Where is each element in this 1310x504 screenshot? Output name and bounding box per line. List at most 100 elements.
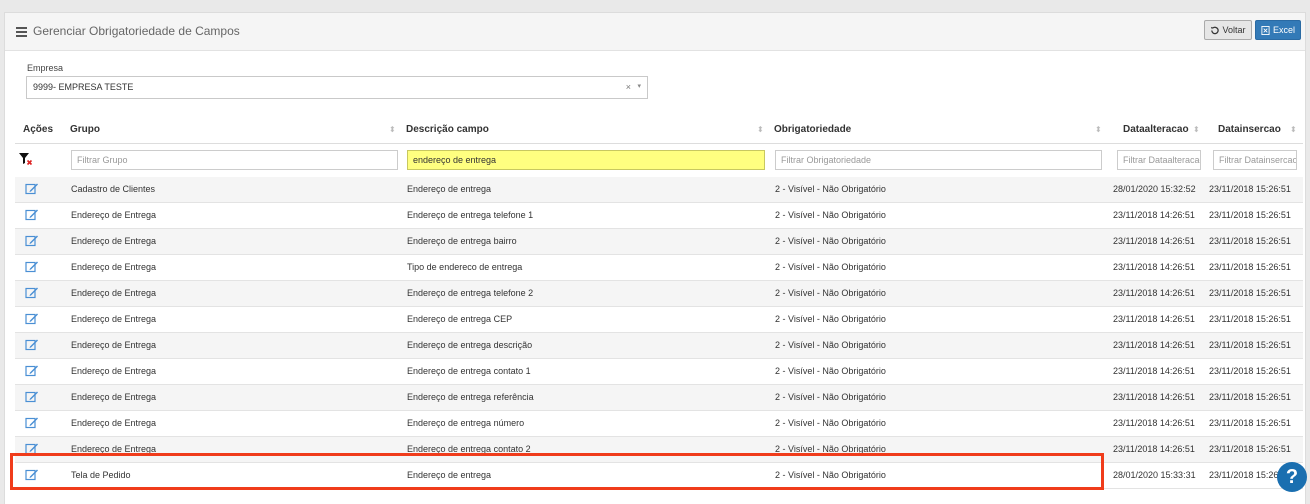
header-descricao[interactable]: Descrição campo [406, 124, 489, 135]
cell-dataalteracao: 23/11/2018 14:26:51 [1113, 418, 1195, 428]
header-acoes: Ações [23, 124, 54, 135]
table-row: Endereço de Entrega Tipo de endereco de e… [15, 255, 1303, 281]
edit-icon[interactable] [25, 286, 39, 299]
filter-descricao-input[interactable]: endereço de entrega [407, 150, 765, 170]
cell-dataalteracao: 28/01/2020 15:33:31 [1113, 470, 1196, 480]
voltar-label: Voltar [1222, 25, 1246, 35]
cell-descricao: Endereço de entrega telefone 2 [407, 288, 534, 298]
sort-icon[interactable]: ⬍ [389, 125, 396, 134]
filter-datainsercao-input[interactable]: Filtrar Datainsercao [1213, 150, 1297, 170]
chevron-down-icon[interactable]: ▾ [637, 82, 641, 90]
cell-descricao: Endereço de entrega referência [407, 392, 534, 402]
cell-obrigatoriedade: 2 - Visível - Não Obrigatório [775, 288, 886, 298]
cell-grupo: Endereço de Entrega [71, 340, 157, 350]
filter-row: Filtrar Grupo endereço de entrega Filtra… [15, 143, 1303, 178]
table-row: Tela de Pedido Endereço de entrega 2 - Vis… [15, 463, 1303, 489]
cell-datainsercao: 23/11/2018 15:26:51 [1209, 314, 1291, 324]
cell-obrigatoriedade: 2 - Visível - Não Obrigatório [775, 210, 886, 220]
edit-icon[interactable] [25, 338, 39, 351]
cell-obrigatoriedade: 2 - Visível - Não Obrigatório [775, 444, 886, 454]
cell-grupo: Tela de Pedido [71, 470, 131, 480]
voltar-button[interactable]: Voltar [1204, 20, 1252, 40]
menu-icon[interactable] [16, 27, 27, 37]
cell-dataalteracao: 28/01/2020 15:32:52 [1113, 184, 1196, 194]
excel-label: Excel [1272, 25, 1295, 35]
cell-grupo: Endereço de Entrega [71, 444, 157, 454]
cell-descricao: Endereço de entrega contato 2 [407, 444, 531, 454]
cell-obrigatoriedade: 2 - Visível - Não Obrigatório [775, 236, 886, 246]
header-grupo[interactable]: Grupo [70, 124, 100, 135]
filter-dataalteracao-input[interactable]: Filtrar Dataalteracao [1117, 150, 1201, 170]
header-dataalteracao[interactable]: Dataalteracao [1123, 124, 1189, 135]
sort-icon[interactable]: ⬍ [1095, 125, 1102, 134]
undo-icon [1211, 26, 1220, 34]
cell-descricao: Endereço de entrega descrição [407, 340, 533, 350]
cell-descricao: Tipo de endereco de entrega [407, 262, 523, 272]
header-datainsercao[interactable]: Datainsercao [1218, 124, 1281, 135]
cell-dataalteracao: 23/11/2018 14:26:51 [1113, 392, 1195, 402]
table-row: Endereço de Entrega Endereço de entrega c… [15, 359, 1303, 385]
cell-descricao: Endereço de entrega número [407, 418, 525, 428]
cell-dataalteracao: 23/11/2018 14:26:51 [1113, 366, 1195, 376]
cell-datainsercao: 23/11/2018 15:26:51 [1209, 366, 1291, 376]
sort-icon[interactable]: ⬍ [757, 125, 764, 134]
table-row: Endereço de Entrega Endereço de entrega C… [15, 307, 1303, 333]
cell-obrigatoriedade: 2 - Visível - Não Obrigatório [775, 392, 886, 402]
table-row: Endereço de Entrega Endereço de entrega d… [15, 333, 1303, 359]
edit-icon[interactable] [25, 468, 39, 481]
cell-obrigatoriedade: 2 - Visível - Não Obrigatório [775, 314, 886, 324]
cell-grupo: Endereço de Entrega [71, 366, 157, 376]
cell-descricao: Endereço de entrega telefone 1 [407, 210, 534, 220]
panel-header: Gerenciar Obrigatoriedade de Campos Volt… [5, 13, 1305, 51]
cell-datainsercao: 23/11/2018 15:26:51 [1209, 236, 1291, 246]
cell-dataalteracao: 23/11/2018 14:26:51 [1113, 340, 1195, 350]
cell-descricao: Endereço de entrega contato 1 [407, 366, 531, 376]
table-row: Endereço de Entrega Endereço de entrega t… [15, 203, 1303, 229]
sort-icon[interactable]: ⬍ [1290, 125, 1297, 134]
cell-datainsercao: 23/11/2018 15:26:51 [1209, 418, 1291, 428]
edit-icon[interactable] [25, 442, 39, 455]
cell-grupo: Endereço de Entrega [71, 418, 157, 428]
cell-datainsercao: 23/11/2018 15:26:51 [1209, 444, 1291, 454]
cell-dataalteracao: 23/11/2018 14:26:51 [1113, 314, 1195, 324]
edit-icon[interactable] [25, 390, 39, 403]
cell-grupo: Endereço de Entrega [71, 210, 157, 220]
edit-icon[interactable] [25, 416, 39, 429]
cell-obrigatoriedade: 2 - Visível - Não Obrigatório [775, 418, 886, 428]
edit-icon[interactable] [25, 234, 39, 247]
filter-obrigatoriedade-input[interactable]: Filtrar Obrigatoriedade [775, 150, 1102, 170]
page-title: Gerenciar Obrigatoriedade de Campos [33, 24, 240, 38]
cell-grupo: Endereço de Entrega [71, 288, 157, 298]
clear-filter-icon[interactable] [19, 152, 33, 166]
cell-dataalteracao: 23/11/2018 14:26:51 [1113, 288, 1195, 298]
cell-dataalteracao: 23/11/2018 14:26:51 [1113, 444, 1195, 454]
edit-icon[interactable] [25, 364, 39, 377]
table-row: Endereço de Entrega Endereço de entrega t… [15, 281, 1303, 307]
header-obrigatoriedade[interactable]: Obrigatoriedade [774, 124, 851, 135]
excel-icon [1261, 25, 1270, 35]
help-button[interactable]: ? [1277, 462, 1307, 492]
cell-dataalteracao: 23/11/2018 14:26:51 [1113, 210, 1195, 220]
cell-grupo: Endereço de Entrega [71, 262, 157, 272]
excel-button[interactable]: Excel [1255, 20, 1301, 40]
cell-grupo: Cadastro de Clientes [71, 184, 156, 194]
sort-icon[interactable]: ⬍ [1193, 125, 1200, 134]
edit-icon[interactable] [25, 260, 39, 273]
table-row: Endereço de Entrega Endereço de entrega b… [15, 229, 1303, 255]
table-row: Endereço de Entrega Endereço de entrega r… [15, 385, 1303, 411]
edit-icon[interactable] [25, 312, 39, 325]
empresa-label: Empresa [27, 63, 64, 73]
cell-datainsercao: 23/11/2018 15:26:51 [1209, 184, 1291, 194]
edit-icon[interactable] [25, 182, 39, 195]
table-row: Endereço de Entrega Endereço de entrega c… [15, 437, 1303, 463]
empresa-select[interactable]: 9999- EMPRESA TESTE × ▾ [26, 76, 648, 99]
cell-obrigatoriedade: 2 - Visível - Não Obrigatório [775, 340, 886, 350]
cell-datainsercao: 23/11/2018 15:26:51 [1209, 392, 1291, 402]
edit-icon[interactable] [25, 208, 39, 221]
cell-descricao: Endereço de entrega bairro [407, 236, 517, 246]
filter-grupo-input[interactable]: Filtrar Grupo [71, 150, 398, 170]
cell-dataalteracao: 23/11/2018 14:26:51 [1113, 262, 1195, 272]
cell-datainsercao: 23/11/2018 15:26:51 [1209, 210, 1291, 220]
clear-icon[interactable]: × [626, 82, 631, 92]
cell-dataalteracao: 23/11/2018 14:26:51 [1113, 236, 1195, 246]
